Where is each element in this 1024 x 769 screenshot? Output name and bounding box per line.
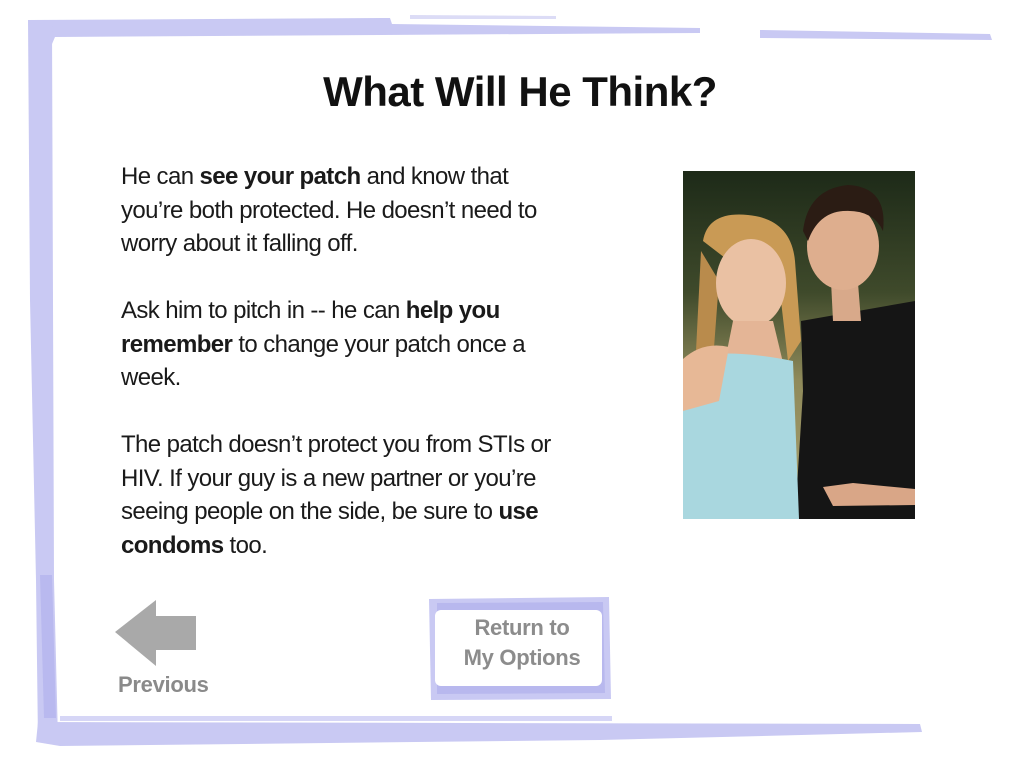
return-label: Return to My Options — [427, 613, 617, 673]
text-run: too. — [223, 531, 268, 559]
text-run: The patch doesn’t protect you from STIs … — [121, 431, 551, 525]
text-run: He can — [121, 163, 200, 190]
couple-photo — [683, 171, 915, 519]
return-to-options-button[interactable]: Return to My Options — [427, 597, 611, 700]
left-arrow-icon — [115, 600, 196, 666]
paragraph-patch-visible: He can see your patch and know that you’… — [121, 160, 566, 261]
page-title: What Will He Think? — [323, 68, 717, 115]
previous-button[interactable]: Previous — [110, 598, 220, 702]
body-text: He can see your patch and know that you’… — [121, 160, 566, 596]
paragraph-pitch-in: Ask him to pitch in -- he can help you r… — [121, 294, 566, 395]
text-run: Ask him to pitch in -- he can — [121, 297, 406, 324]
return-label-line2: My Options — [463, 645, 581, 670]
previous-label: Previous — [118, 672, 209, 697]
paragraph-sti-warning: The patch doesn’t protect you from STIs … — [121, 428, 566, 562]
return-label-line1: Return to — [474, 615, 570, 640]
text-run-bold: see your patch — [199, 163, 362, 190]
